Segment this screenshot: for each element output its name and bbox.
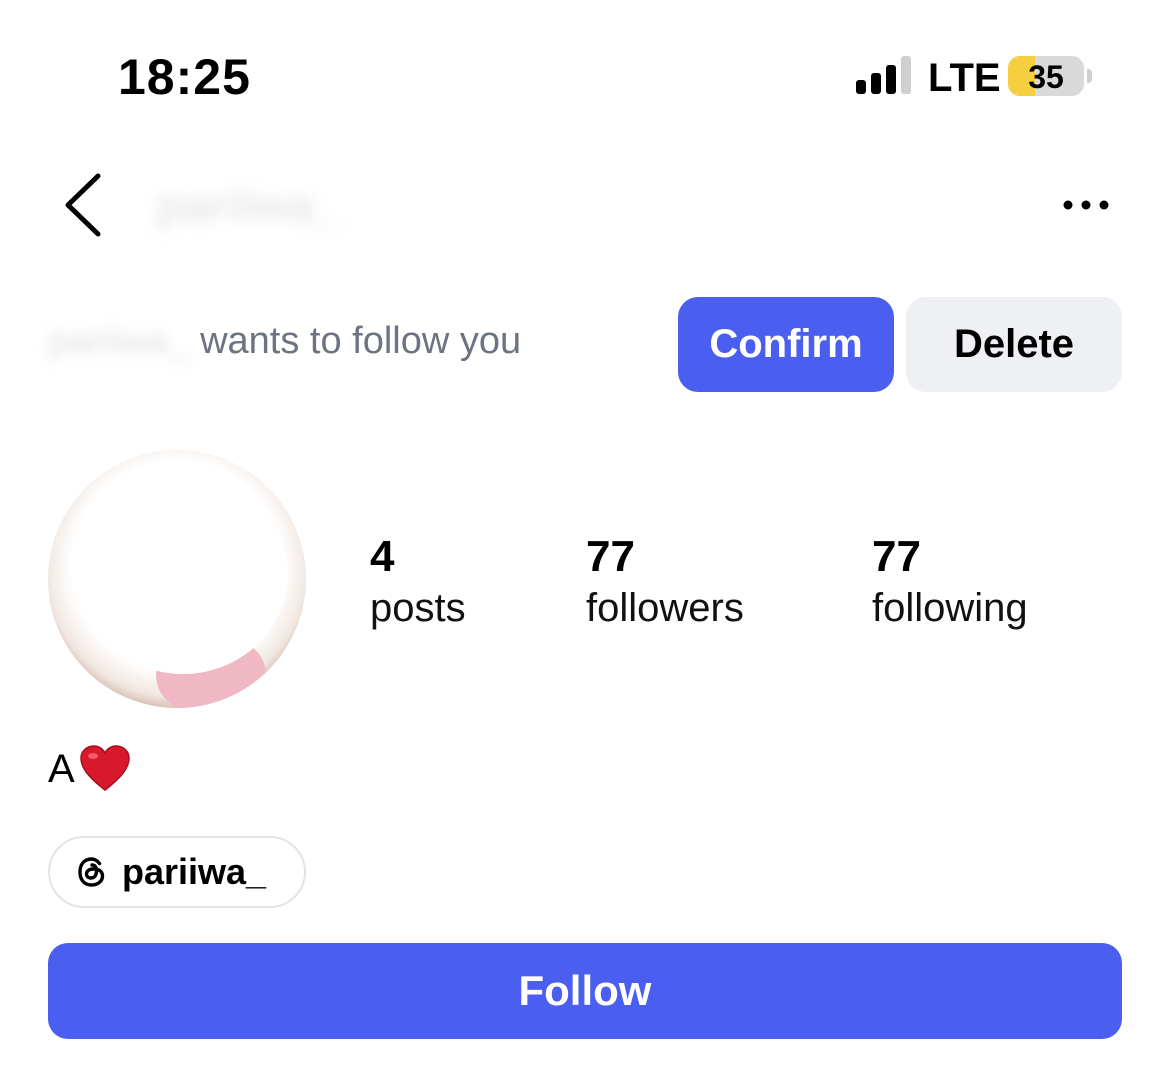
confirm-button[interactable]: Confirm <box>678 297 894 392</box>
page-title: pariiwa_ <box>156 179 341 231</box>
battery-icon: 35 <box>1008 56 1084 96</box>
threads-icon <box>78 857 105 887</box>
battery-nub <box>1087 69 1092 83</box>
heart-icon <box>79 745 130 791</box>
delete-button[interactable]: Delete <box>906 297 1122 392</box>
threads-handle: pariiwa_ <box>122 851 267 892</box>
following-label: following <box>872 586 1028 630</box>
ellipsis-icon[interactable] <box>1056 190 1116 220</box>
follow-request-text: pariiwa_ wants to follow you <box>48 320 521 363</box>
stat-followers[interactable]: 77 followers <box>586 532 744 634</box>
chevron-left-icon[interactable] <box>58 172 108 238</box>
battery-percent: 35 <box>1028 59 1064 95</box>
stat-posts[interactable]: 4 posts <box>370 532 466 634</box>
profile-screen: 18:25 LTE 35 pariiwa_ pariiwa_ wants to … <box>0 0 1170 1087</box>
avatar[interactable] <box>48 450 306 708</box>
bio: A <box>48 745 131 793</box>
request-message: wants to follow you <box>189 320 522 362</box>
signal-icon <box>856 56 911 94</box>
following-count: 77 <box>872 532 921 581</box>
network-type: LTE <box>928 56 1001 100</box>
followers-label: followers <box>586 586 744 630</box>
follow-button[interactable]: Follow <box>48 943 1122 1039</box>
threads-badge[interactable]: pariiwa_ <box>48 836 306 908</box>
status-time: 18:25 <box>118 49 251 105</box>
avatar-redaction <box>78 474 288 674</box>
request-username: pariiwa_ <box>48 320 190 362</box>
stat-following[interactable]: 77 following <box>872 532 1028 634</box>
posts-count: 4 <box>370 532 395 581</box>
bio-text: A <box>48 746 75 791</box>
followers-count: 77 <box>586 532 635 581</box>
posts-label: posts <box>370 586 466 630</box>
